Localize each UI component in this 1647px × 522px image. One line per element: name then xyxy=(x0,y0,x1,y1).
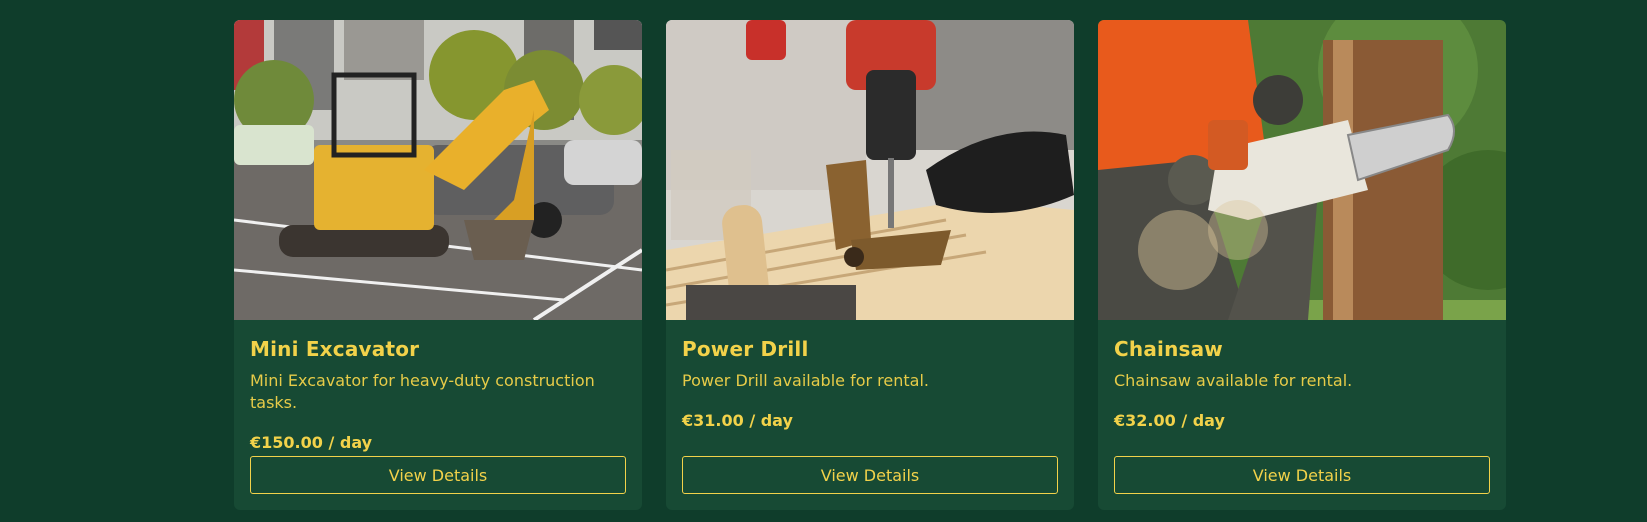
product-image-chainsaw[interactable] xyxy=(1098,20,1506,320)
product-title: Chainsaw xyxy=(1114,337,1223,361)
product-title: Mini Excavator xyxy=(250,337,420,361)
product-description: Power Drill available for rental. xyxy=(682,371,929,390)
excavator-photo xyxy=(234,20,642,320)
product-description: Mini Excavator for heavy-duty constructi… xyxy=(250,371,595,412)
product-grid: Mini Excavator Mini Excavator for heavy-… xyxy=(234,20,1506,510)
product-image-power-drill[interactable] xyxy=(666,20,1074,320)
product-title: Power Drill xyxy=(682,337,809,361)
product-card-mini-excavator: Mini Excavator Mini Excavator for heavy-… xyxy=(234,20,642,510)
product-price: €31.00 / day xyxy=(682,411,793,430)
product-image-excavator[interactable] xyxy=(234,20,642,320)
product-description: Chainsaw available for rental. xyxy=(1114,371,1353,390)
chainsaw-photo xyxy=(1098,20,1506,320)
product-price: €150.00 / day xyxy=(250,433,373,452)
product-price: €32.00 / day xyxy=(1114,411,1225,430)
product-card-chainsaw: Chainsaw Chainsaw available for rental. … xyxy=(1098,20,1506,510)
view-details-button[interactable]: View Details xyxy=(682,456,1058,494)
view-details-button[interactable]: View Details xyxy=(1114,456,1490,494)
view-details-button[interactable]: View Details xyxy=(250,456,626,494)
power-drill-photo xyxy=(666,20,1074,320)
product-card-power-drill: Power Drill Power Drill available for re… xyxy=(666,20,1074,510)
